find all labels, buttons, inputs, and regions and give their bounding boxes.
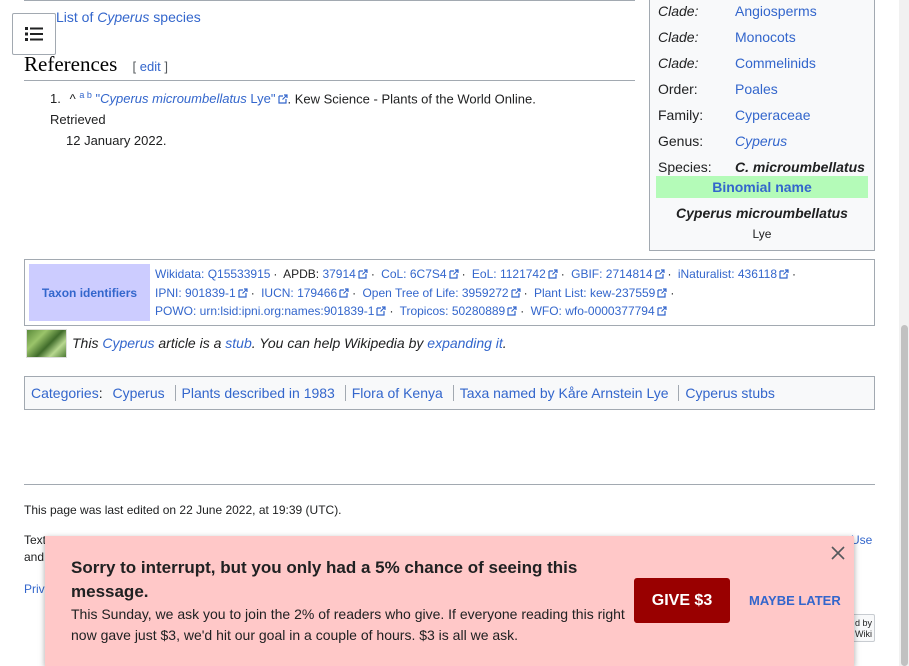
category-link[interactable]: Cyperus: [106, 385, 170, 401]
taxon-apdb: APDB: 37914: [283, 267, 368, 281]
taxon-wfo[interactable]: WFO: wfo-0000377794: [531, 304, 667, 318]
infobox-link-poales[interactable]: Poales: [735, 81, 778, 97]
ref-caret: ^: [69, 91, 76, 107]
external-link-icon: [654, 269, 665, 279]
infobox-link-cyperaceae[interactable]: Cyperaceae: [735, 107, 811, 123]
stub-link[interactable]: stub: [225, 335, 251, 351]
taxon-identifiers-list: Wikidata: Q15533915 · APDB: 37914 · CoL: 6…: [155, 265, 799, 321]
infobox-link-monocots[interactable]: Monocots: [735, 29, 796, 45]
footer-and-fragment: and: [24, 550, 45, 564]
ref-backlinks[interactable]: a b: [79, 90, 92, 100]
taxon-eol[interactable]: EoL: 1121742: [472, 267, 558, 281]
toc-toggle-button[interactable]: [12, 13, 56, 55]
taxon-inaturalist[interactable]: iNaturalist: 436118: [678, 267, 789, 281]
stub-notice: This Cyperus article is a stub. You can …: [26, 328, 726, 359]
taxon-ipni[interactable]: IPNI: 901839-1: [155, 286, 248, 300]
taxon-col[interactable]: CoL: 6C7S4: [381, 267, 459, 281]
reference-item: 1. ^ a b "Cyperus microumbellatus Lye". …: [50, 85, 590, 151]
footer-privacy-link[interactable]: Priv: [24, 582, 45, 596]
edit-references-link[interactable]: edit: [140, 59, 161, 74]
category-link[interactable]: Plants described in 1983: [174, 385, 341, 401]
give-button[interactable]: GIVE $3: [634, 578, 730, 623]
infobox-link-angiosperms[interactable]: Angiosperms: [735, 3, 817, 19]
external-link-icon: [507, 306, 517, 316]
stub-text: This Cyperus article is a stub. You can …: [72, 335, 507, 351]
footer-text-fragment: Text: [24, 533, 47, 547]
ref-date: 12 January 2022.: [66, 133, 167, 149]
footer-terms-link[interactable]: Use: [851, 533, 872, 547]
taxon-line-3: POWO: urn:lsid:ipni.org:names:901839-1 · …: [155, 302, 799, 321]
infobox-key: Order:: [658, 81, 698, 97]
category-link[interactable]: Taxa named by Kåre Arnstein Lye: [452, 385, 675, 401]
taxon-iucn[interactable]: IUCN: 179466: [261, 286, 349, 300]
expand-link[interactable]: expanding it: [427, 335, 503, 351]
external-link-icon: [779, 269, 789, 279]
external-link-icon: [510, 287, 521, 298]
taxon-line-2: IPNI: 901839-1 · IUCN: 179466 · Open Tree …: [155, 285, 675, 300]
stub-genus-link[interactable]: Cyperus: [102, 335, 154, 351]
external-link-icon: [358, 269, 368, 279]
infobox-key: Family:: [658, 107, 704, 123]
footer-divider: [24, 484, 875, 485]
categories-box: Categories: Cyperus Plants described in …: [24, 376, 875, 410]
see-also-genus: Cyperus: [97, 9, 150, 25]
external-link-icon: [339, 287, 349, 298]
see-also-suffix: species: [149, 9, 201, 25]
maybe-later-button[interactable]: MAYBE LATER: [749, 593, 841, 608]
infobox-link-cyperus[interactable]: Cyperus: [735, 133, 787, 149]
external-link-icon: [548, 269, 558, 279]
infobox-key: Genus:: [658, 133, 704, 149]
taxon-open-tree[interactable]: Open Tree of Life: 3959272: [362, 286, 521, 300]
fundraising-banner: Sorry to interrupt, but you only had a 5…: [45, 536, 854, 666]
taxon-plant-list[interactable]: Plant List: kew-237559: [534, 286, 667, 300]
infobox-key: Species:: [658, 159, 712, 175]
stub-plant-image[interactable]: [26, 329, 67, 358]
taxon-wikidata[interactable]: Wikidata: Q15533915: [155, 267, 270, 281]
taxon-powo[interactable]: POWO: urn:lsid:ipni.org:names:901839-1: [155, 304, 387, 318]
banner-message: This Sunday, we ask you to join the 2% o…: [71, 606, 625, 643]
section-divider: [24, 0, 635, 1]
banner-title: Sorry to interrupt, but you only had a 5…: [71, 558, 578, 601]
external-link-icon: [376, 306, 387, 316]
binomial-name: Cyperus microumbellatus: [676, 205, 848, 221]
taxon-tropicos[interactable]: Tropicos: 50280889: [400, 304, 518, 318]
references-title: References: [24, 52, 118, 76]
external-link-icon: [657, 287, 667, 298]
taxon-gbif[interactable]: GBIF: 2714814: [571, 267, 665, 281]
taxon-identifiers-header[interactable]: Taxon identifiers: [29, 264, 150, 321]
external-link-icon: [657, 306, 667, 316]
binomial-authority[interactable]: Lye: [650, 227, 874, 241]
last-edited-text: This page was last edited on 22 June 202…: [24, 503, 342, 517]
category-link[interactable]: Cyperus stubs: [678, 385, 781, 401]
infobox-link-commelinids[interactable]: Commelinids: [735, 55, 816, 71]
taxon-identifiers-box: Taxon identifiers Wikidata: Q15533915 · A…: [24, 259, 875, 326]
categories-label-link[interactable]: Categories: [31, 385, 99, 401]
external-link-icon: [277, 94, 288, 104]
see-also-prefix: List of: [56, 9, 98, 25]
close-icon[interactable]: [830, 545, 846, 561]
infobox-key: Clade:: [658, 3, 699, 19]
list-icon: [25, 27, 43, 41]
scrollbar-thumb[interactable]: [901, 325, 908, 666]
ref-number: 1.: [50, 91, 61, 107]
taxon-apdb-link[interactable]: 37914: [322, 267, 355, 281]
infobox-key: Clade:: [658, 29, 699, 45]
references-heading: References [ edit ]: [24, 52, 635, 81]
external-link-icon: [448, 269, 459, 279]
infobox-species-value: C. microumbellatus: [735, 159, 865, 175]
infobox-key: Clade:: [658, 55, 699, 71]
edit-section: [ edit ]: [132, 59, 168, 74]
taxon-line-1: Wikidata: Q15533915 · APDB: 37914 · CoL: 6…: [155, 267, 797, 281]
page-scrollbar[interactable]: [899, 0, 909, 666]
category-link[interactable]: Flora of Kenya: [344, 385, 449, 401]
binomial-header[interactable]: Binomial name: [656, 176, 868, 198]
ref-link-rest: Lye": [246, 91, 276, 107]
infobox: Clade: Angiosperms Clade: Monocots Clade…: [649, 0, 875, 251]
see-also-link[interactable]: List of Cyperus species: [56, 9, 201, 25]
ref-link-italic: Cyperus microumbellatus: [100, 91, 247, 107]
ref-source-link[interactable]: "Cyperus microumbellatus Lye": [96, 91, 288, 106]
external-link-icon: [238, 287, 248, 298]
